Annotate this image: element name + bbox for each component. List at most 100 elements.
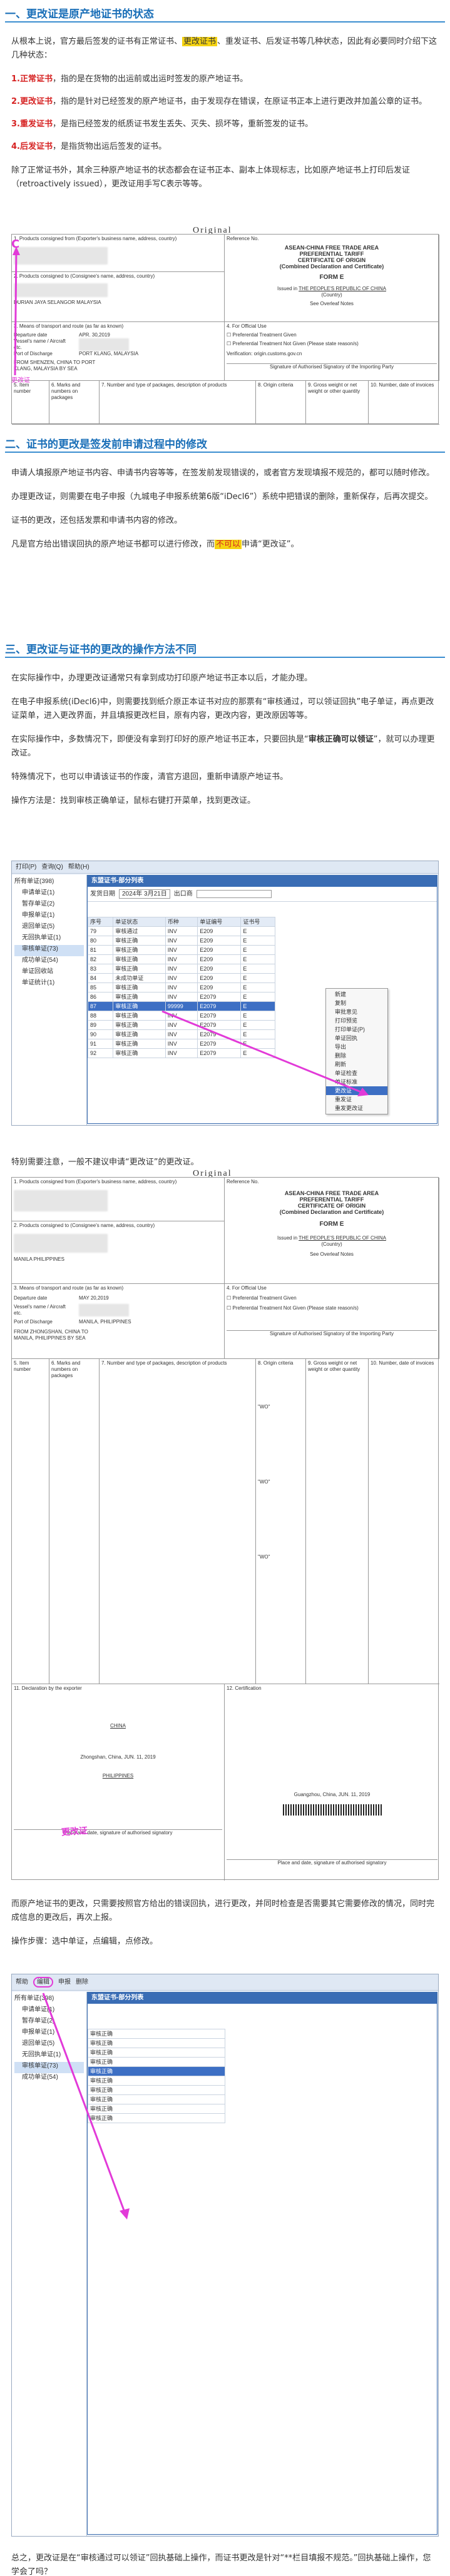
tab-declare[interactable]: 申报	[58, 1978, 71, 1986]
table-cell[interactable]: 81	[87, 945, 114, 955]
sec3-p3-bold: 审核正确可以领证	[308, 735, 374, 744]
section-2-body: 申请人填报原产地证书内容、申请书内容等等，在签发前发现错误的，或者官方发现填报不…	[0, 459, 450, 552]
exporter-input[interactable]	[196, 890, 272, 898]
table-cell[interactable]: 未成功单证	[113, 973, 166, 983]
table-cell[interactable]: E2079	[197, 992, 242, 1002]
table-cell[interactable]: 79	[87, 926, 114, 936]
col-weight: 9. Gross weight or net weight or other q…	[306, 1359, 369, 1684]
table-cell[interactable]: INV	[165, 973, 198, 983]
table-cell[interactable]: 审核正确	[113, 964, 166, 974]
table-cell[interactable]: 89	[87, 1020, 114, 1030]
tree-item[interactable]: 暂存单证(2)	[14, 900, 84, 911]
menu-query[interactable]: 查询(Q)	[41, 863, 63, 871]
context-menu-item[interactable]: 重发更改证	[326, 1104, 387, 1113]
context-menu-item[interactable]: 新建	[326, 990, 387, 999]
tree-item[interactable]: 单证回收站	[14, 967, 84, 979]
table-cell[interactable]: INV	[165, 982, 198, 993]
tree-item[interactable]: 退回单证(5)	[14, 922, 84, 934]
table-cell[interactable]: 85	[87, 982, 114, 993]
tree-item[interactable]: 成功单证(54)	[14, 956, 84, 967]
tree-item[interactable]: 申报单证(1)	[14, 911, 84, 922]
table-cell[interactable]: E209	[197, 964, 242, 974]
table-cell[interactable]: 审核通过	[113, 926, 166, 936]
table-row[interactable]: 83 审核正确 INV E209 E	[87, 964, 275, 974]
table-cell[interactable]: E	[240, 926, 275, 936]
table-cell[interactable]: 82	[87, 954, 114, 964]
date-picker[interactable]: 2024年 3月21日	[119, 889, 170, 899]
table-cell[interactable]: 审核正确	[113, 992, 166, 1002]
table-cell[interactable]: 86	[87, 992, 114, 1002]
form-e-title: FORM E	[319, 1221, 344, 1228]
consignee-redacted	[14, 1234, 108, 1253]
table-cell[interactable]: 90	[87, 1029, 114, 1039]
table-cell[interactable]: E209	[197, 936, 242, 946]
table-cell[interactable]: 83	[87, 964, 114, 974]
see-notes: See Overleaf Notes	[310, 1251, 354, 1257]
table-row[interactable]: 80 审核正确 INV E209 E	[87, 936, 275, 946]
tab-edit[interactable]: 编辑	[33, 1977, 53, 1988]
col-origin: 8. Origin criteria "WO" "WO" "WO"	[256, 1359, 306, 1684]
reference-label: Reference No.	[227, 236, 259, 241]
table-cell[interactable]: E209	[197, 926, 242, 936]
tree-item[interactable]: 单证统计(1)	[14, 979, 84, 990]
table-cell[interactable]: 84	[87, 973, 114, 983]
table-cell[interactable]: E209	[197, 973, 242, 983]
table-cell[interactable]: 88	[87, 1011, 114, 1021]
exporter-redacted	[14, 1190, 108, 1211]
table-cell[interactable]: INV	[165, 936, 198, 946]
tree-item[interactable]: 无回执单证(1)	[14, 934, 84, 945]
table-cell[interactable]: 审核正确	[113, 982, 166, 993]
item-label: 重发证书	[19, 119, 53, 129]
table-cell[interactable]: INV	[165, 945, 198, 955]
menu-print[interactable]: 打印(P)	[16, 863, 36, 871]
table-cell[interactable]: E209	[197, 982, 242, 993]
table-cell[interactable]: E	[240, 992, 275, 1002]
table-row[interactable]: 79 审核通过 INV E209 E	[87, 926, 275, 936]
table-cell[interactable]: E209	[197, 945, 242, 955]
table-row[interactable]: 81 审核正确 INV E209 E	[87, 945, 275, 955]
treatment-not-given: Preferential Treatment Not Given (Please…	[232, 1305, 359, 1311]
tree-item[interactable]: 所有单证(398)	[14, 877, 84, 889]
tab-help[interactable]: 帮助	[16, 1978, 28, 1986]
table-cell[interactable]: E	[240, 982, 275, 993]
col-invoice: 10. Number, date of invoices	[369, 381, 439, 425]
filter-label-exporter: 出口商	[173, 891, 193, 897]
table-cell[interactable]: 91	[87, 1039, 114, 1049]
tree-item[interactable]: 审核单证(73)	[14, 945, 84, 956]
table-cell[interactable]: 87	[87, 1001, 114, 1011]
table-cell[interactable]: 审核正确	[113, 945, 166, 955]
barcode	[283, 1804, 383, 1816]
table-cell[interactable]: E	[240, 954, 275, 964]
table-row[interactable]: 86 审核正确 INV E2079 E	[87, 992, 275, 1002]
table-row[interactable]: 84 未成功单证 INV E209 E	[87, 973, 275, 983]
vessel-label: Vessel's name / Aircraft etc.	[14, 1304, 66, 1316]
coo-title: CERTIFICATE OF ORIGIN	[297, 257, 366, 263]
issued-country: THE PEOPLE'S REPUBLIC OF CHINA	[299, 1235, 386, 1241]
divider	[5, 21, 445, 23]
issued-country: THE PEOPLE'S REPUBLIC OF CHINA	[299, 286, 386, 291]
table-cell[interactable]: INV	[165, 992, 198, 1002]
field-1-label: 1. Products consigned from (Exporter's b…	[14, 1179, 177, 1184]
table-cell[interactable]: E	[240, 964, 275, 974]
tab-delete[interactable]: 删除	[76, 1978, 88, 1986]
tree-item[interactable]: 申请单证(1)	[14, 889, 84, 900]
table-cell[interactable]: INV	[165, 926, 198, 936]
vessel-redacted	[79, 1304, 129, 1316]
col-origin-label: 8. Origin criteria	[258, 1360, 294, 1366]
table-cell[interactable]: E209	[197, 954, 242, 964]
table-cell[interactable]: 审核正确	[113, 936, 166, 946]
certificate-form: 1. Products consigned from (Exporter's b…	[11, 1177, 439, 1881]
menu-help[interactable]: 帮助(H)	[68, 863, 89, 871]
table-row[interactable]: 82 审核正确 INV E209 E	[87, 954, 275, 964]
table-cell[interactable]: 审核正确	[113, 954, 166, 964]
column-header: 单证编号	[197, 917, 242, 927]
table-cell[interactable]: E	[240, 973, 275, 983]
app-screenshot-1: 打印(P) 查询(Q) 帮助(H) 所有单证(398) 申请单证(1) 暂存单证…	[11, 861, 439, 1126]
table-row[interactable]: 85 审核正确 INV E209 E	[87, 982, 275, 993]
table-cell[interactable]: 92	[87, 1048, 114, 1058]
table-cell[interactable]: INV	[165, 964, 198, 974]
table-cell[interactable]: 80	[87, 936, 114, 946]
table-cell[interactable]: INV	[165, 954, 198, 964]
table-cell[interactable]: E	[240, 945, 275, 955]
table-cell[interactable]: E	[240, 936, 275, 946]
